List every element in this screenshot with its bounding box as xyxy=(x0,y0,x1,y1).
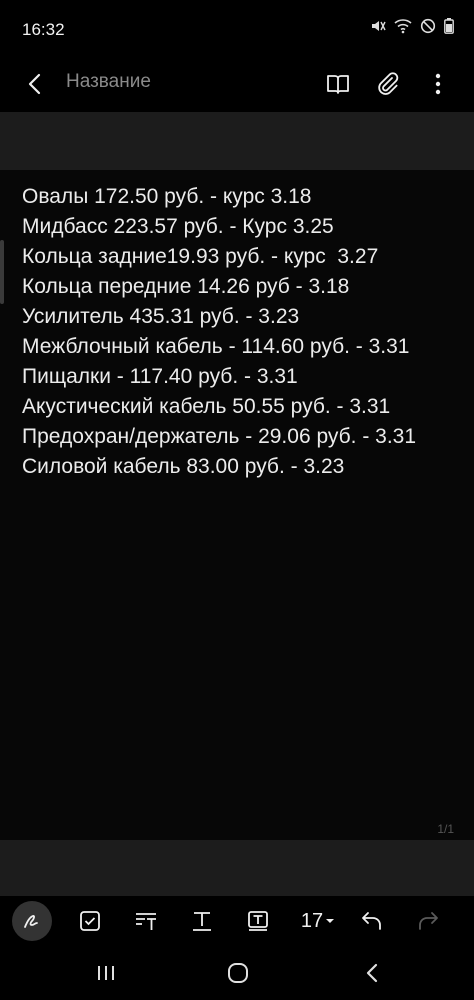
status-time: 16:32 xyxy=(22,20,65,39)
wifi-icon xyxy=(394,18,412,34)
mute-icon xyxy=(370,18,386,34)
note-body[interactable]: Овалы 172.50 руб. - курс 3.18 Мидбасс 22… xyxy=(22,182,464,482)
do-not-disturb-icon xyxy=(420,18,436,34)
redo-icon xyxy=(419,912,438,930)
page-indicator: 1/1 xyxy=(437,822,454,836)
undo-icon xyxy=(362,912,381,930)
reading-mode-icon xyxy=(327,75,349,94)
system-nav-bar xyxy=(0,946,474,1000)
text-format-icon xyxy=(193,912,211,931)
attach-icon xyxy=(378,72,399,95)
back-button[interactable] xyxy=(18,66,54,102)
text-style-button[interactable] xyxy=(126,901,166,941)
checkbox-button[interactable] xyxy=(70,901,110,941)
more-options-button[interactable] xyxy=(420,66,456,102)
home-icon xyxy=(228,963,248,983)
recent-apps-button[interactable] xyxy=(86,955,126,991)
side-handle[interactable] xyxy=(0,240,4,304)
toolbar-band xyxy=(0,840,474,896)
tag-area[interactable] xyxy=(0,112,474,170)
text-format-button[interactable] xyxy=(182,901,222,941)
back-nav-icon xyxy=(366,963,378,983)
reading-mode-button[interactable] xyxy=(320,66,356,102)
pen-button[interactable] xyxy=(12,901,52,941)
font-size-selector[interactable]: 17 xyxy=(296,901,340,941)
note-line: Усилитель 435.31 руб. - 3.23 xyxy=(22,305,300,328)
back-nav-button[interactable] xyxy=(352,955,392,991)
note-content[interactable]: Овалы 172.50 руб. - курс 3.18 Мидбасс 22… xyxy=(0,170,474,840)
recent-apps-icon xyxy=(98,966,114,980)
text-highlight-button[interactable] xyxy=(238,901,278,941)
undo-button[interactable] xyxy=(352,901,392,941)
attach-button[interactable] xyxy=(370,66,406,102)
note-line: Кольца задние19.93 руб. - курс 3.27 xyxy=(22,245,379,268)
font-size-value: 17 xyxy=(300,909,324,932)
note-line: Кольца передние 14.26 руб - 3.18 xyxy=(22,275,350,298)
redo-button[interactable] xyxy=(408,901,448,941)
editor-toolbar: 17 xyxy=(0,896,474,946)
note-line: Пищалки - 117.40 руб. - 3.31 xyxy=(22,365,298,388)
chevron-down-icon xyxy=(326,919,335,923)
note-line: Овалы 172.50 руб. - курс 3.18 xyxy=(22,185,312,208)
more-icon xyxy=(435,73,441,95)
app-bar: Название xyxy=(0,58,474,110)
home-button[interactable] xyxy=(218,955,258,991)
back-icon xyxy=(28,73,41,95)
note-line: Силовой кабель 83.00 руб. - 3.23 xyxy=(22,455,345,478)
battery-icon xyxy=(444,18,454,34)
status-icons xyxy=(370,18,454,34)
checkbox-icon xyxy=(80,911,100,931)
text-style-icon xyxy=(136,913,156,930)
note-line: Мидбасс 223.57 руб. - Курс 3.25 xyxy=(22,215,334,238)
pen-icon xyxy=(24,915,38,928)
note-line: Предохран/держатель - 29.06 руб. - 3.31 xyxy=(22,425,417,448)
note-title-input[interactable]: Название xyxy=(66,71,151,93)
text-highlight-icon xyxy=(248,911,268,931)
status-bar: 16:32 xyxy=(0,0,474,58)
note-line: Акустический кабель 50.55 руб. - 3.31 xyxy=(22,395,391,418)
note-line: Межблочный кабель - 114.60 руб. - 3.31 xyxy=(22,335,410,358)
